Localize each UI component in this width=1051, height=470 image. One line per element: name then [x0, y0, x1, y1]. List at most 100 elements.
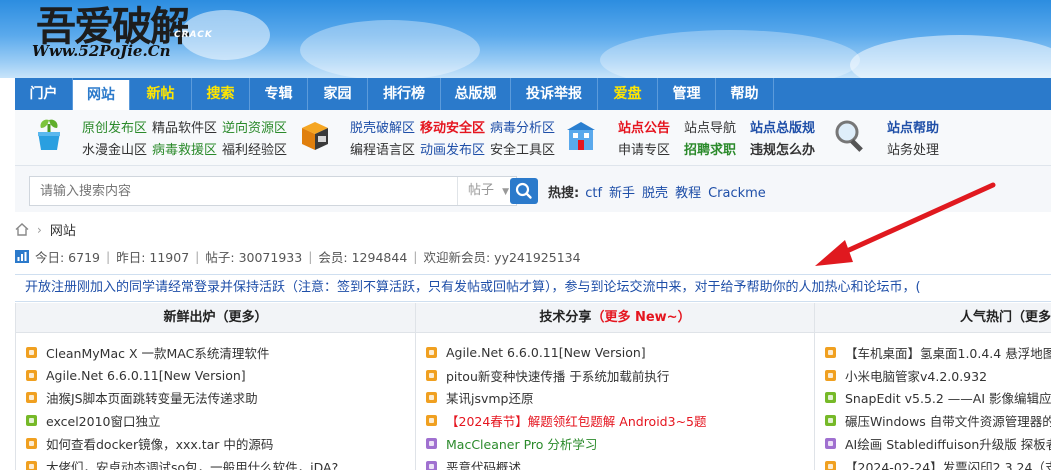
nav-item-help[interactable]: 帮助 [716, 78, 774, 110]
breadcrumb-current[interactable]: 网站 [50, 220, 76, 239]
nav-item-portal[interactable]: 门户 [15, 78, 73, 110]
list-item[interactable]: 油猴JS脚本页面跳转变量无法传递求助 [26, 387, 415, 410]
link-reverse-resources[interactable]: 逆向资源区 [222, 121, 287, 136]
more-link[interactable]: （更多 New~） [591, 310, 690, 325]
link-mobile-security[interactable]: 移动安全区 [420, 121, 485, 136]
thread-icon [426, 415, 437, 427]
list-item[interactable]: 恶意代码概述 [426, 455, 814, 470]
more-link[interactable]: （更多） [1012, 310, 1051, 325]
nav-item-aipan[interactable]: 爱盘 [598, 78, 658, 110]
column-header: 技术分享（更多 New~） [416, 303, 814, 333]
search-box: 帖子 ▼ [29, 176, 517, 206]
subnav-group-4: 站点帮助 站务处理 [887, 118, 944, 162]
link-unpack-crack[interactable]: 脱壳破解区 [350, 121, 415, 136]
list-item[interactable]: pitou新变种快速传播 于系统加载前执行 [426, 364, 814, 387]
list-item[interactable]: Agile.Net 6.6.0.11[New Version] [426, 341, 814, 364]
nav-item-website[interactable]: 网站 [73, 80, 130, 110]
link-site-rules[interactable]: 站点总版规 [750, 121, 815, 136]
list-item[interactable]: CleanMyMac X 一款MAC系统清理软件 [26, 341, 415, 364]
list-item[interactable]: 小米电脑管家v4.2.0.932 [825, 364, 1051, 387]
link-violation-help[interactable]: 违规怎么办 [750, 143, 815, 158]
forum-stats: 今日: 6719 | 昨日: 11907 | 帖子: 30071933 | 会员: 1… [15, 247, 581, 266]
list-item[interactable]: excel2010窗口独立 [26, 409, 415, 432]
link-site-affairs[interactable]: 站务处理 [887, 143, 939, 158]
link-water-area[interactable]: 水漫金山区 [82, 143, 147, 158]
list-item[interactable]: Agile.Net 6.6.0.11[New Version] [26, 364, 415, 387]
stat-yesterday: 昨日: 11907 [116, 250, 190, 265]
home-icon[interactable] [15, 223, 29, 236]
more-link[interactable]: （更多） [216, 310, 268, 325]
link-application-area[interactable]: 申请专区 [618, 143, 670, 158]
search-bar: 帖子 ▼ 热搜: ctf 新手脱壳教程 Crackme [15, 166, 1051, 212]
list-item[interactable]: 如何查看docker镜像，xxx.tar 中的源码 [26, 432, 415, 455]
hot-search-link[interactable]: 新手 [609, 186, 635, 201]
thread-icon [825, 460, 836, 470]
site-logo[interactable]: 吾爱破解 CRACK Www.52PoJie.Cn [22, 0, 272, 72]
list-item[interactable]: 【2024-02-24】发票闪印2.3.24（支持 [825, 455, 1051, 470]
thread-icon [825, 392, 836, 404]
forum-quick-links: 原创发布区 精品软件区 逆向资源区 水漫金山区 病毒救援区 福利经验区 脱壳破解区 移动安… [15, 110, 1051, 166]
link-programming[interactable]: 编程语言区 [350, 143, 415, 158]
building-icon [567, 122, 595, 150]
thread-icon [426, 392, 437, 404]
list-item[interactable]: SnapEdit v5.5.2 ——AI 影像编辑应用 [825, 387, 1051, 410]
link-security-tools[interactable]: 安全工具区 [490, 143, 555, 158]
logo-crack-text: CRACK [174, 30, 213, 40]
hot-search: 热搜: ctf 新手 脱壳 教程 Crackme [548, 182, 773, 201]
link-site-help[interactable]: 站点帮助 [887, 121, 939, 136]
nav-item-home[interactable]: 家园 [308, 78, 368, 110]
subnav-group-2: 脱壳破解区 移动安全区 病毒分析区 编程语言区 动画发布区 安全工具区 [350, 118, 560, 162]
list-item[interactable]: MacCleaner Pro 分析学习 [426, 432, 814, 455]
nav-item-search[interactable]: 搜索 [192, 78, 250, 110]
search-scope-select[interactable]: 帖子 ▼ [457, 177, 517, 205]
link-jobs[interactable]: 招聘求职 [684, 143, 736, 158]
link-site-navigation[interactable]: 站点导航 [684, 121, 736, 136]
list-item[interactable]: 大佬们，安卓动态调试so包，一般用什么软件，iDA? [26, 455, 415, 470]
link-original-release[interactable]: 原创发布区 [82, 121, 147, 136]
link-welfare-area[interactable]: 福利经验区 [222, 143, 287, 158]
plant-icon [38, 119, 60, 150]
stat-new-member[interactable]: 欢迎新会员: yy241925134 [424, 247, 581, 266]
thread-icon [26, 369, 37, 381]
cloud-decoration [850, 35, 1051, 78]
search-icon [515, 182, 532, 199]
thread-icon [26, 392, 37, 404]
search-button[interactable] [510, 178, 538, 204]
notice-banner[interactable]: 开放注册刚加入的同学请经常登录并保持活跃（注意：签到不算活跃，只有发帖或回帖才算… [15, 274, 1051, 302]
link-virus-analysis[interactable]: 病毒分析区 [490, 121, 555, 136]
nav-item-new-posts[interactable]: 新帖 [130, 78, 192, 110]
hot-search-link[interactable]: Crackme [708, 186, 766, 201]
link-site-announcement[interactable]: 站点公告 [618, 121, 670, 136]
nav-item-report[interactable]: 投诉举报 [511, 78, 598, 110]
stat-members: 会员: 1294844 [318, 250, 408, 265]
link-animation-release[interactable]: 动画发布区 [420, 143, 485, 158]
list-item[interactable]: 【2024春节】解题领红包题解 Android3~5题 [426, 409, 814, 432]
list-item[interactable]: AI绘画 Stablediffuison升级版 探板者 [825, 432, 1051, 455]
nav-item-rules[interactable]: 总版规 [441, 78, 511, 110]
column-title: 技术分享 [539, 310, 592, 325]
link-quality-software[interactable]: 精品软件区 [152, 121, 217, 136]
logo-url: Www.52PoJie.Cn [32, 42, 171, 60]
search-input[interactable] [30, 177, 456, 205]
hot-search-link[interactable]: ctf [585, 186, 602, 201]
list-item[interactable]: 某讯jsvmp还原 [426, 387, 814, 410]
column-title: 新鲜出炉 [163, 310, 216, 325]
list-item[interactable]: 碾压Windows 自带文件资源管理器的 [825, 409, 1051, 432]
column-popular: 人气热门（更多） 【车机桌面】氢桌面1.0.4.4 悬浮地图 小米电脑管家v4.… [814, 303, 1051, 470]
nav-item-admin[interactable]: 管理 [658, 78, 716, 110]
link-virus-rescue[interactable]: 病毒救援区 [152, 143, 217, 158]
stat-posts: 帖子: 30071933 [205, 250, 303, 265]
column-fresh: 新鲜出炉（更多） CleanMyMac X 一款MAC系统清理软件 Agile.… [15, 303, 415, 470]
hot-search-link[interactable]: 教程 [675, 186, 701, 201]
thread-icon [825, 346, 836, 358]
nav-item-rankings[interactable]: 排行榜 [368, 78, 441, 110]
chevron-right-icon: › [37, 222, 42, 237]
nav-item-albums[interactable]: 专辑 [250, 78, 308, 110]
list-item[interactable]: 【车机桌面】氢桌面1.0.4.4 悬浮地图 [825, 341, 1051, 364]
cloud-decoration [300, 20, 480, 78]
cloud-decoration [600, 30, 860, 78]
thread-icon [426, 346, 437, 358]
bar-chart-icon [15, 250, 29, 263]
hot-search-link[interactable]: 脱壳 [642, 186, 668, 201]
thread-icon [26, 346, 37, 358]
